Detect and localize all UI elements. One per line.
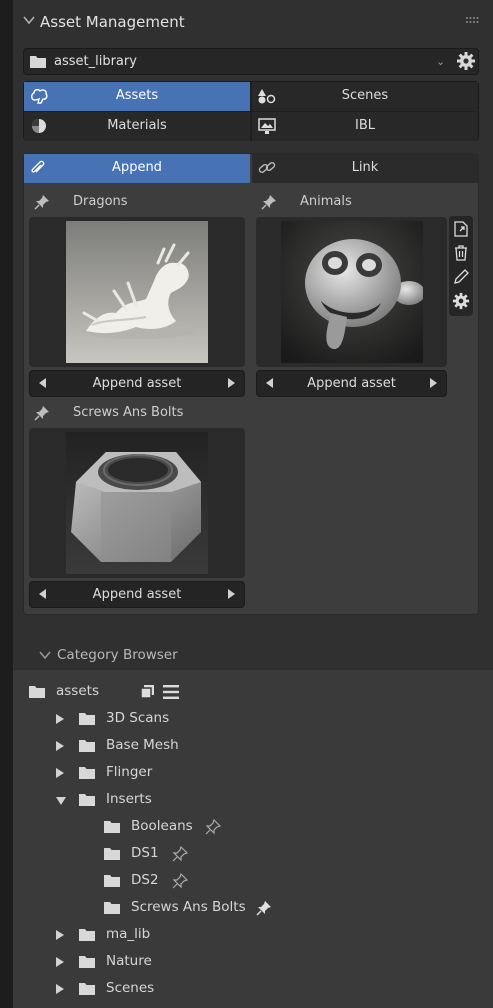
image-monitor-icon bbox=[258, 118, 276, 134]
expand-arrow-icon[interactable] bbox=[56, 930, 64, 940]
monkey-thumbnail bbox=[281, 221, 423, 363]
folder-icon bbox=[104, 902, 120, 914]
library-dropdown[interactable]: asset_library ⌄ bbox=[23, 48, 479, 75]
tree-item-base-mesh[interactable]: Base Mesh bbox=[56, 735, 476, 757]
tab-scenes[interactable]: Scenes bbox=[252, 82, 478, 111]
asset-thumbnail-frame[interactable] bbox=[29, 217, 245, 367]
pin-icon[interactable] bbox=[34, 405, 50, 421]
panel-title: Asset Management bbox=[40, 13, 185, 31]
arrow-right-icon[interactable] bbox=[430, 378, 437, 388]
folder-icon bbox=[79, 713, 95, 725]
chain-link-icon bbox=[258, 162, 276, 173]
pin-icon[interactable] bbox=[256, 900, 272, 916]
asset-title: Screws Ans Bolts bbox=[73, 405, 184, 420]
tree-item-booleans[interactable]: Booleans bbox=[103, 816, 483, 838]
append-button[interactable]: Append bbox=[24, 154, 250, 183]
link-button[interactable]: Link bbox=[252, 154, 478, 183]
category-browser-title: Category Browser bbox=[57, 647, 178, 663]
asset-navigator: Append asset bbox=[29, 370, 245, 397]
expand-arrow-icon[interactable] bbox=[56, 741, 64, 751]
tree-item-3d-scans[interactable]: 3D Scans bbox=[56, 708, 476, 730]
tree-item-scenes[interactable]: Scenes bbox=[56, 978, 476, 1000]
tree-root-assets[interactable]: assets bbox=[28, 681, 488, 703]
list-icon[interactable] bbox=[162, 684, 180, 700]
folder-icon bbox=[79, 740, 95, 752]
folder-icon bbox=[104, 848, 120, 860]
append-asset-button[interactable]: Append asset bbox=[257, 376, 446, 391]
chevron-down-icon: ⌄ bbox=[436, 55, 446, 68]
pin-outline-icon[interactable] bbox=[205, 819, 221, 835]
trash-icon[interactable] bbox=[452, 244, 470, 262]
folder-icon bbox=[79, 767, 95, 779]
arrow-right-icon[interactable] bbox=[228, 589, 235, 599]
category-tree: assets 3D Scans Base Mesh Flinger Insert… bbox=[13, 670, 493, 1008]
copy-stack-icon[interactable] bbox=[138, 683, 156, 701]
asset-thumbnail-frame[interactable] bbox=[256, 217, 447, 367]
chevron-down-icon[interactable] bbox=[39, 649, 51, 661]
drag-grip-icon[interactable] bbox=[465, 16, 479, 26]
tree-item-ds2[interactable]: DS2 bbox=[103, 870, 483, 892]
panel-header[interactable]: Asset Management bbox=[13, 0, 493, 44]
folder-icon bbox=[30, 56, 46, 68]
asset-navigator: Append asset bbox=[256, 370, 447, 397]
gear-icon[interactable] bbox=[452, 292, 470, 310]
tree-item-ds1[interactable]: DS1 bbox=[103, 843, 483, 865]
open-external-icon[interactable] bbox=[452, 220, 470, 238]
arrow-right-icon[interactable] bbox=[228, 378, 235, 388]
tree-item-inserts[interactable]: Inserts bbox=[56, 789, 476, 811]
shapes-icon bbox=[258, 89, 276, 104]
asset-side-toolbar bbox=[449, 216, 473, 316]
folder-icon bbox=[104, 821, 120, 833]
library-name: asset_library bbox=[54, 54, 137, 69]
folder-icon bbox=[29, 686, 45, 698]
tree-item-flinger[interactable]: Flinger bbox=[56, 762, 476, 784]
expand-arrow-icon[interactable] bbox=[56, 957, 64, 967]
folder-icon bbox=[79, 983, 95, 995]
tree-item-screws-ans-bolts[interactable]: Screws Ans Bolts bbox=[103, 897, 483, 919]
assets-box: Append Link Dragons Append asset Animals… bbox=[23, 153, 479, 615]
category-browser-header[interactable]: Category Browser bbox=[13, 640, 493, 670]
tab-ibl[interactable]: IBL bbox=[252, 112, 478, 141]
brain-icon bbox=[31, 89, 48, 104]
mode-tabs: Assets Scenes Materials IBL bbox=[23, 81, 479, 141]
gear-icon[interactable] bbox=[456, 51, 476, 71]
pencil-icon[interactable] bbox=[452, 268, 470, 286]
pin-icon[interactable] bbox=[34, 194, 50, 210]
expand-arrow-icon[interactable] bbox=[56, 768, 64, 778]
folder-icon bbox=[79, 794, 95, 806]
material-sphere-icon bbox=[32, 119, 46, 133]
asset-navigator: Append asset bbox=[29, 581, 245, 608]
tab-materials[interactable]: Materials bbox=[24, 112, 250, 141]
dragon-thumbnail bbox=[66, 221, 208, 363]
append-asset-button[interactable]: Append asset bbox=[30, 587, 244, 602]
asset-title: Animals bbox=[300, 194, 352, 209]
paperclip-icon bbox=[31, 160, 45, 173]
folder-icon bbox=[79, 956, 95, 968]
asset-thumbnail-frame[interactable] bbox=[29, 428, 245, 578]
expand-arrow-icon[interactable] bbox=[56, 714, 64, 724]
append-asset-button[interactable]: Append asset bbox=[30, 376, 244, 391]
asset-management-panel: Asset Management asset_library ⌄ Assets … bbox=[13, 0, 493, 1008]
expand-arrow-icon[interactable] bbox=[56, 984, 64, 994]
collapse-arrow-icon[interactable] bbox=[56, 797, 66, 805]
asset-title: Dragons bbox=[73, 194, 128, 209]
pin-outline-icon[interactable] bbox=[172, 873, 188, 889]
folder-icon bbox=[104, 875, 120, 887]
folder-icon bbox=[79, 929, 95, 941]
chevron-down-icon[interactable] bbox=[23, 14, 35, 26]
nut-thumbnail bbox=[66, 432, 208, 574]
tree-item-ma-lib[interactable]: ma_lib bbox=[56, 924, 476, 946]
pin-icon[interactable] bbox=[261, 194, 277, 210]
tab-assets[interactable]: Assets bbox=[24, 82, 250, 111]
tree-item-nature[interactable]: Nature bbox=[56, 951, 476, 973]
pin-outline-icon[interactable] bbox=[172, 846, 188, 862]
